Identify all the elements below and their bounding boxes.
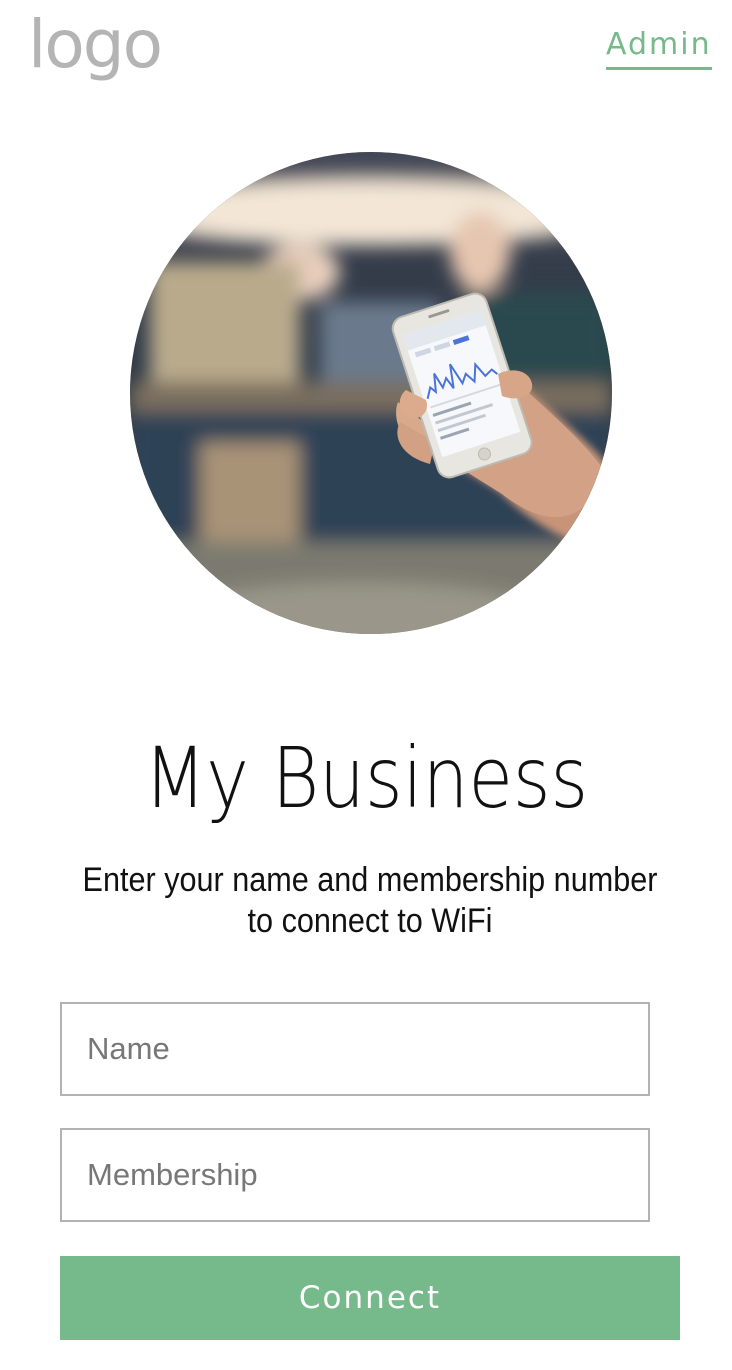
membership-input[interactable] <box>60 1128 650 1222</box>
name-input[interactable] <box>60 1002 650 1096</box>
admin-link[interactable]: Admin <box>606 28 712 70</box>
connect-button[interactable]: Connect <box>60 1256 680 1340</box>
page-title: My Business <box>143 729 589 827</box>
logo: logo <box>28 6 163 83</box>
hero-image <box>130 152 612 634</box>
page-subtitle: Enter your name and membership number to… <box>82 861 658 940</box>
